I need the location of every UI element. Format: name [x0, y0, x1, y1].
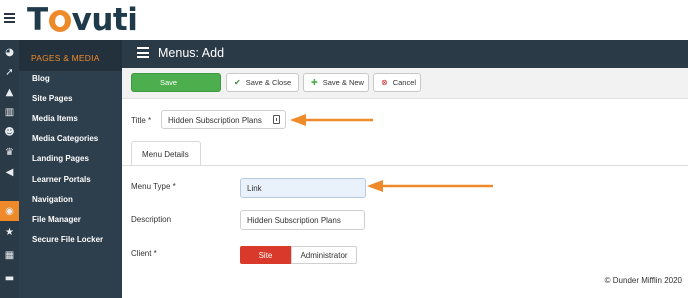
close-circle-icon: ⊗ [381, 78, 388, 87]
icon-rail: ◕ ➚ ▲ ▥ ☻ ♛ ◀ ◉ ★ ▦ ▬ [0, 40, 19, 298]
trophy-icon[interactable]: ♛ [2, 145, 17, 160]
title-input-value: Hidden Subscription Plans [168, 116, 262, 125]
sidebar-item-blog[interactable]: Blog [32, 74, 50, 83]
sidebar-item-landing-pages[interactable]: Landing Pages [32, 154, 89, 163]
sidebar-item-file-manager[interactable]: File Manager [32, 215, 81, 224]
title-label: Title * [131, 116, 152, 125]
tovuti-logo[interactable]: Tvuti [27, 2, 138, 38]
copyright-text: © Dunder Mifflin 2020 [604, 276, 682, 285]
save-new-label: Save & New [322, 78, 364, 87]
list-icon [137, 47, 149, 58]
credit-card-icon[interactable]: ▬ [2, 271, 17, 286]
menu-type-field[interactable]: Link [240, 178, 366, 198]
annotation-arrow-title [290, 114, 373, 126]
cancel-label: Cancel [392, 78, 417, 87]
sidebar-item-secure-file-locker[interactable]: Secure File Locker [32, 235, 103, 244]
menu-type-value: Link [247, 184, 262, 193]
star-icon[interactable]: ★ [2, 225, 17, 240]
sidebar-item-learner-portals[interactable]: Learner Portals [32, 175, 91, 184]
description-label: Description [131, 215, 172, 224]
bar-chart-icon[interactable]: ▥ [2, 105, 17, 120]
sidebar-item-media-items[interactable]: Media Items [32, 114, 78, 123]
menu-type-label: Menu Type * [131, 182, 176, 191]
save-new-button[interactable]: ✚ Save & New [303, 73, 369, 92]
save-button-label: Save [160, 78, 178, 87]
hamburger-menu-icon[interactable] [4, 13, 15, 23]
top-bar: Tvuti [0, 0, 688, 40]
description-input[interactable]: Hidden Subscription Plans [240, 210, 365, 230]
client-option-site[interactable]: Site [240, 246, 291, 264]
title-input[interactable]: Hidden Subscription Plans [161, 110, 286, 129]
sidebar-header: PAGES & MEDIA [19, 40, 122, 71]
rocket-icon[interactable]: ➚ [2, 65, 17, 80]
save-close-label: Save & Close [245, 78, 292, 87]
toolbar: Save ✔ Save & Close ✚ Save & New ⊗ Cance… [122, 68, 688, 99]
rss-icon[interactable]: ◉ [0, 201, 19, 221]
annotation-arrow-menu-type [367, 180, 493, 192]
graduation-cap-icon[interactable]: ▲ [2, 85, 17, 100]
save-button[interactable]: Save [131, 73, 221, 92]
client-label: Client * [131, 249, 157, 258]
page-header: Menus: Add [122, 40, 688, 68]
sidebar: PAGES & MEDIA Blog Site Pages Media Item… [19, 40, 122, 298]
dashboard-icon[interactable]: ◕ [2, 45, 17, 60]
sidebar-item-media-categories[interactable]: Media Categories [32, 134, 98, 143]
users-icon[interactable]: ☻ [2, 125, 17, 140]
plus-icon: ✚ [311, 78, 318, 87]
table-icon[interactable]: ▦ [2, 248, 17, 263]
sidebar-item-navigation[interactable]: Navigation [32, 195, 73, 204]
description-value: Hidden Subscription Plans [247, 216, 341, 225]
document-icon [273, 115, 280, 124]
bullhorn-icon[interactable]: ◀ [2, 165, 17, 180]
client-option-administrator[interactable]: Administrator [291, 246, 357, 264]
tab-menu-details[interactable]: Menu Details [131, 141, 201, 166]
save-close-button[interactable]: ✔ Save & Close [226, 73, 299, 92]
sidebar-item-site-pages[interactable]: Site Pages [32, 94, 72, 103]
page-title: Menus: Add [158, 46, 225, 60]
check-icon: ✔ [234, 78, 241, 87]
cancel-button[interactable]: ⊗ Cancel [373, 73, 421, 92]
tab-divider [122, 165, 688, 166]
